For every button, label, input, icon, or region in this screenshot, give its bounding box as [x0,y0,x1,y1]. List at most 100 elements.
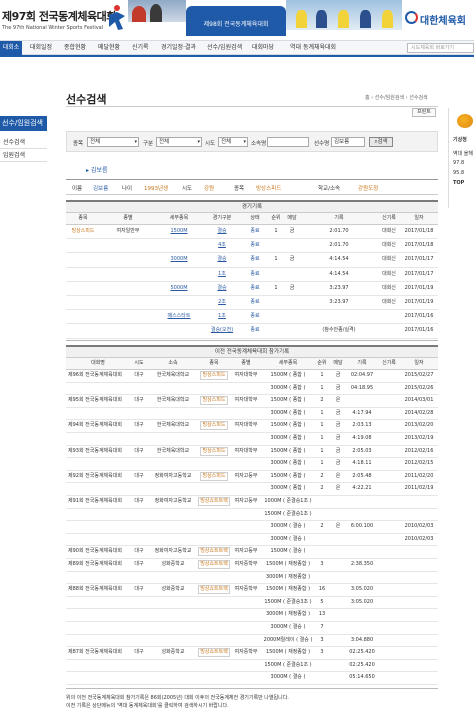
cell-detail: 2000M릴레이 ( 결승 ) [263,636,313,643]
cell-round[interactable]: 결승(오전) [202,325,242,336]
cell-round[interactable]: 2조 [202,297,242,308]
cell-status[interactable]: 종료 [242,254,268,265]
cell-event: 빙상쇼트트랙 [198,546,230,557]
sidebar-item-athlete[interactable]: 선수검색 [0,137,47,149]
school-input[interactable] [267,137,309,147]
cell-status[interactable]: 종료 [242,325,268,336]
nav-item-schedule[interactable]: 대회일정 [30,41,52,55]
event-select[interactable]: 전체 ▾ [87,137,139,147]
search-form: 종목 전체 ▾ 구분 전체 ▾ 시도 전체 ▾ 소속명 선수명 김보름 ⌕검색 [66,131,438,152]
column-header: 순위 [271,215,281,221]
cell-class: 여자중학부 [234,561,258,567]
cell-medal: 금 [289,228,295,234]
shortcut-select[interactable]: 시도체육회 바로가기 [407,43,474,53]
nav-home[interactable]: 대회소개 [0,41,22,65]
cell-detail: 3000M ( 종합 ) [270,485,306,492]
cell-medal: 금 [335,460,341,467]
cell-class: 여자대학부 [234,447,258,454]
nav-item-board[interactable]: 대회마당 [252,41,274,55]
cell-date: 2013/02/19 [404,435,434,441]
cell-city: 대구 [134,586,144,593]
cell-rank: 1 [274,284,278,291]
cell-status[interactable]: 종료 [242,297,268,308]
weather-line: TOP [453,180,465,186]
nav-item-overall[interactable]: 종합현황 [64,41,86,55]
cell-record: 2:03.13 [352,422,372,429]
division-select[interactable]: 전체 ▾ [156,137,202,147]
cell-round[interactable]: 1조 [202,269,242,280]
cell-event: 빙상쇼트트랙 [198,584,230,595]
nav-item-medals[interactable]: 메달현황 [98,41,120,55]
cell-record: 2:38.350 [350,561,374,567]
cell-detail[interactable]: 1500M [156,226,202,237]
festival-title[interactable]: 제97회 전국동계체육대회 [2,8,116,24]
athlete-result-link[interactable]: ▸ 김보름 [86,165,107,174]
cell-record: 3:23.97 [329,299,349,305]
cell-class: 여자고등부 [234,548,258,555]
cell-medal: 금 [335,435,341,441]
table-row: 1조 종료 4:14.54 대회신 2017/01/17 [66,268,438,282]
sidebar-item-official[interactable]: 임원검색 [0,150,47,162]
nav-item-history[interactable]: 역대 동계체육대회 [290,41,336,55]
cell-medal: 금 [335,409,341,416]
nav-item-records[interactable]: 신기록 [132,41,149,55]
cell-rank: 1 [274,256,278,263]
cell-status[interactable]: 종료 [242,226,268,237]
cell-city: 대구 [134,422,144,429]
cell-date: 2012/02/15 [404,460,434,467]
table-row: 3000M ( 재정종합 ) 13 [66,609,438,622]
cell-record: 4:22.21 [352,485,372,492]
cell-school: 한국체육대학교 [156,372,190,378]
division-label: 구분 [143,141,154,147]
table-row: 제87회 전국동계체육대회 대구 성화중학교 빙상쇼트트랙 여자중학부 1500M ( 재… [66,647,438,660]
cell-record: 2:05.48 [352,472,372,479]
cell-date: 2017/01/16 [404,327,434,334]
cell-detail: 1500M ( 결승 ) [270,548,306,555]
table-row: 제88회 전국동계체육대회 대구 성화중학교 빙상쇼트트랙 여자중학부 1500M ( 재… [66,584,438,597]
skater-icon [109,5,125,30]
cell-detail: 1500M ( 재정종합 ) [265,649,311,656]
column-header: 신기록 [382,215,396,221]
cell-status[interactable]: 종료 [242,269,268,280]
column-header: 경기구분 [212,215,232,221]
cell-class: 여자대학부 [234,422,258,429]
cell-meet: 제88회 전국동계체육대회 [68,586,122,593]
table-row: 1500M ( 준결승1조 ) 02:25.420 [66,660,438,673]
table-row: 4조 종료 2:01.70 대회신 2017/01/18 [66,239,438,254]
column-header: 상태 [250,215,260,221]
nav-item-search[interactable]: 선수/임원검색 [207,41,242,55]
cell-date: 2011/02/19 [404,485,434,492]
cell-status[interactable]: 종료 [242,240,268,251]
cell-round[interactable]: 결승 [202,254,242,265]
cell-rank: 3 [320,636,324,643]
cell-round[interactable]: 결승 [202,283,242,294]
cell-event: 빙상스피드 [198,370,230,381]
cell-round[interactable]: 1조 [202,311,242,322]
nav-item-results[interactable]: 경기일정·결과 [161,41,196,55]
weather-widget[interactable]: 기상청 역대 올해 97.8 95.8 TOP [448,108,474,208]
name-input[interactable]: 김보름 [331,137,365,147]
banner-center-tab[interactable]: 제98회 전국동계체육대회 [186,6,286,36]
city-select[interactable]: 전체 ▾ [218,137,248,147]
cell-detail[interactable]: 매스스타트 [156,311,202,322]
cell-status[interactable]: 종료 [242,283,268,294]
cell-medal: 금 [335,384,341,391]
sports-council-name[interactable]: 대한체육회 [420,12,466,27]
info-event: 빙상스피드 [256,186,282,192]
search-button[interactable]: ⌕검색 [369,137,393,147]
cell-round[interactable]: 결승 [202,226,242,237]
column-header: 신기록 [382,360,396,366]
cell-detail[interactable]: 3000M [156,254,202,265]
athlete-info: 이름 김보름 나이 1993년생 시도 강원 종목 빙상스피드 학교/소속 강원… [66,179,438,195]
cell-city: 대구 [134,472,144,479]
cell-school: 정화여자고등학교 [154,498,192,504]
cell-event: 빙상스피드 [198,395,230,406]
cell-detail[interactable]: 5000M [156,283,202,294]
cell-round[interactable]: 4조 [202,240,242,251]
cell-status[interactable]: 종료 [242,311,268,322]
cell-meet: 제93회 전국동계체육대회 [68,447,122,454]
table-row: 3000M 결승 종료 1 금 4:14.54 대회신 2017/01/17 [66,253,438,268]
cell-detail: 1500M ( 종합 ) [270,472,306,479]
print-button[interactable]: 프린트 [412,108,436,117]
cell-detail: 1500M ( 종합 ) [270,372,306,378]
